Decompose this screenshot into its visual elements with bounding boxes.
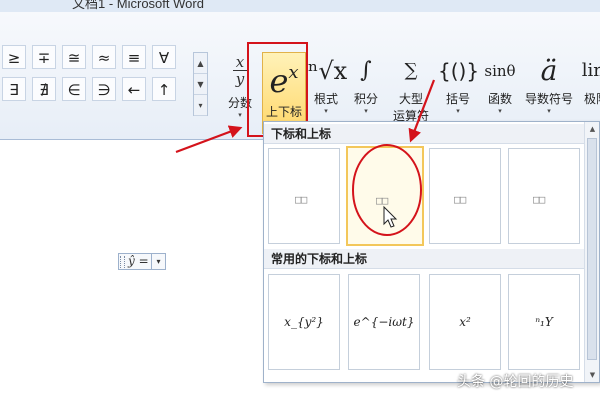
gallery-scroll-down-icon[interactable]: ▼	[194, 74, 207, 95]
common-tile-x-y2[interactable]: x_{y²}	[268, 274, 340, 370]
symbol-congruent[interactable]: ≅	[62, 45, 86, 69]
integral-chevron-down-icon: ▾	[364, 107, 368, 115]
scroll-down-icon[interactable]: ▼	[585, 368, 600, 382]
common-tile-e-iwt[interactable]: e^{−iωt}	[348, 274, 420, 370]
scroll-thumb[interactable]	[587, 138, 597, 360]
window-title: 文档1 - Microsoft Word	[72, 0, 204, 11]
symbol-contains[interactable]: ∋	[92, 77, 116, 101]
formula-x2: x²	[459, 315, 471, 329]
left-sub-superscript-tile[interactable]: □□	[508, 148, 580, 244]
limit-label: 极限	[583, 92, 600, 106]
limit-icon: lim	[581, 60, 600, 81]
function-label: 函数	[487, 92, 512, 106]
subscript-placeholder: □□	[376, 194, 388, 207]
script-dropdown-panel: 下标和上标 □□ □□ □□ □□ 常用的下标和上标 x_{y²} e^{−iω…	[263, 121, 600, 383]
fraction-icon: x y	[233, 53, 247, 88]
accent-label: 导数符号	[524, 92, 573, 106]
radical-label: 根式	[313, 92, 338, 106]
scroll-up-icon[interactable]: ▲	[585, 122, 600, 136]
superscript-placeholder: □□	[295, 193, 307, 206]
symbol-left-arrow[interactable]: ←	[122, 77, 146, 101]
dropdown-scrollbar[interactable]: ▲ ▼	[584, 122, 599, 382]
title-bar: 文档1 - Microsoft Word	[0, 0, 600, 12]
function-icon: sinθ	[484, 62, 516, 80]
integral-label: 积分	[353, 92, 378, 106]
subscript-tile[interactable]: □□	[346, 146, 424, 246]
symbol-exists[interactable]: ∃	[2, 77, 26, 101]
section-title-common: 常用的下标和上标	[264, 249, 584, 269]
gallery-scroll-up-icon[interactable]: ▲	[194, 53, 207, 74]
function-chevron-down-icon: ▾	[498, 107, 502, 115]
large-operator-label-line1: 大型	[398, 92, 423, 106]
symbol-gallery: ≥ ∓ ≅ ≈ ≡ ∀ ∃ ∄ ∈ ∋ ← ↑	[0, 45, 193, 117]
common-tile-nY[interactable]: ⁿ₁Y	[508, 274, 580, 370]
bracket-chevron-down-icon: ▾	[456, 107, 460, 115]
symbol-for-all[interactable]: ∀	[152, 45, 176, 69]
symbol-approx[interactable]: ≈	[92, 45, 116, 69]
symbol-minus-plus[interactable]: ∓	[32, 45, 56, 69]
sub-superscript-placeholder: □□	[454, 193, 466, 206]
equation-chevron-down-icon[interactable]: ▾	[151, 254, 165, 269]
watermark: 头条 @轮回的历史	[457, 374, 574, 390]
superscript-tile[interactable]: □□	[268, 148, 340, 244]
integral-icon: ∫	[360, 58, 372, 83]
symbol-gallery-scroll[interactable]: ▲ ▼ ▾	[193, 52, 208, 116]
left-sub-superscript-placeholder: □□	[533, 193, 545, 206]
common-tile-x2[interactable]: x²	[429, 274, 501, 370]
formula-nY: ⁿ₁Y	[535, 315, 553, 329]
equation-field[interactable]: ŷ = ▾	[118, 253, 166, 270]
formula-e-iwt: e^{−iωt}	[353, 315, 415, 329]
bracket-label: 括号	[445, 92, 470, 106]
symbol-identical[interactable]: ≡	[122, 45, 146, 69]
radical-chevron-down-icon: ▾	[324, 107, 328, 115]
sub-superscript-tile[interactable]: □□	[429, 148, 501, 244]
equation-text[interactable]: ŷ =	[128, 254, 149, 268]
gallery-more-icon[interactable]: ▾	[194, 95, 207, 116]
symbol-greater-equal[interactable]: ≥	[2, 45, 26, 69]
equation-grip-icon[interactable]	[120, 256, 125, 268]
accent-chevron-down-icon: ▾	[547, 107, 551, 115]
radical-icon: ⁿ√x	[308, 57, 348, 85]
symbol-not-exists[interactable]: ∄	[32, 77, 56, 101]
symbol-element-of[interactable]: ∈	[62, 77, 86, 101]
bracket-icon: {()}	[438, 59, 480, 83]
section-title-scripts: 下标和上标	[264, 124, 584, 144]
fraction-numerator: x	[235, 53, 245, 71]
formula-x-y2: x_{y²}	[284, 315, 324, 329]
symbol-up-arrow[interactable]: ↑	[152, 77, 176, 101]
fraction-denominator: y	[235, 70, 245, 88]
large-operator-icon: ∑	[404, 60, 418, 81]
accent-icon: ä	[540, 54, 558, 87]
